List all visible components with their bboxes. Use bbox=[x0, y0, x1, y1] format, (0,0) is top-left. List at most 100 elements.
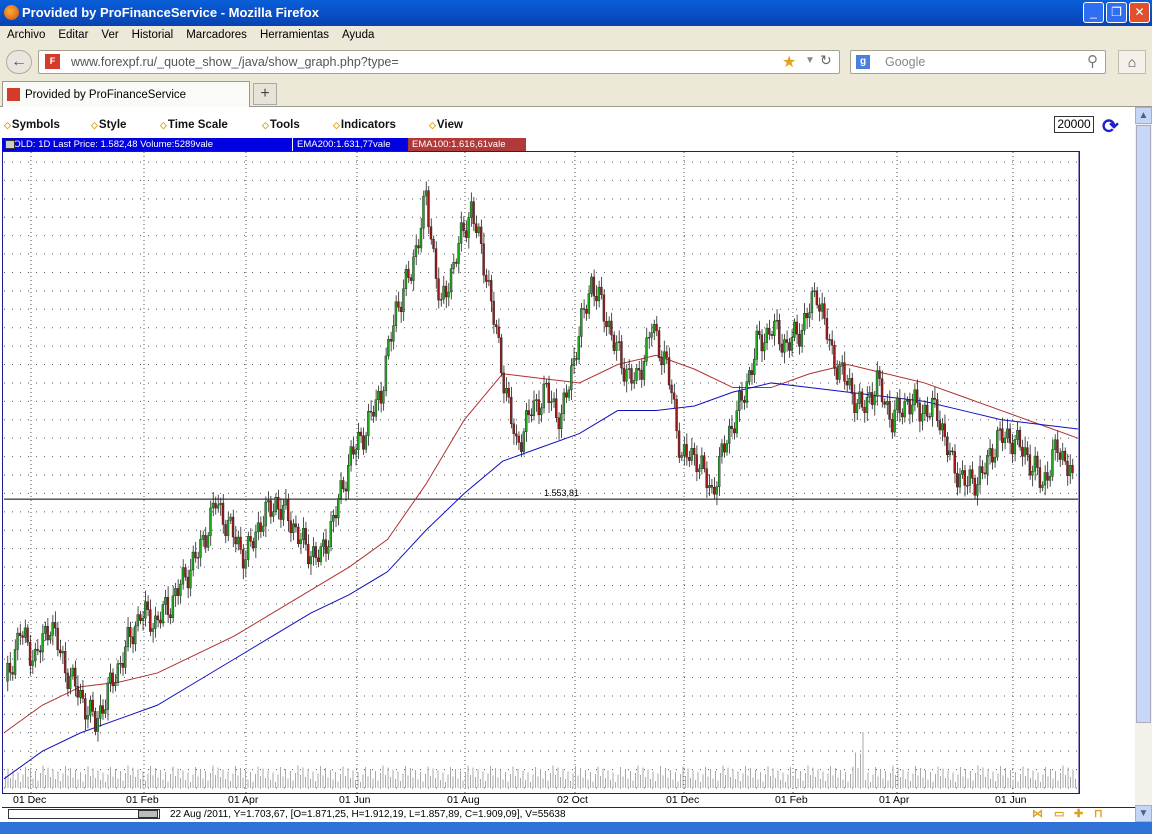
scroll-up-button[interactable]: ▲ bbox=[1135, 107, 1152, 124]
chart-settings-icon[interactable] bbox=[5, 140, 15, 149]
volume-bar bbox=[982, 767, 984, 788]
volume-bar bbox=[742, 773, 744, 788]
volume-bar bbox=[82, 781, 84, 788]
volume-bar bbox=[222, 769, 224, 788]
menu-marcadores[interactable]: Marcadores bbox=[179, 26, 253, 41]
candle-body bbox=[494, 324, 498, 328]
volume-bar bbox=[665, 768, 666, 788]
candle-body bbox=[727, 425, 731, 444]
volume-bar bbox=[267, 770, 269, 788]
candle-body bbox=[487, 280, 490, 282]
candle-body bbox=[567, 389, 571, 398]
bookmark-icon[interactable]: ⊓ bbox=[1094, 807, 1103, 820]
candle-body bbox=[1016, 430, 1019, 440]
candle-body bbox=[199, 539, 202, 558]
volume-bar bbox=[745, 766, 746, 788]
candle-body bbox=[735, 410, 738, 434]
candle-body bbox=[46, 626, 49, 641]
candle-body bbox=[680, 455, 683, 458]
candle-body bbox=[607, 320, 611, 328]
volume-bar bbox=[167, 781, 169, 788]
candle-body bbox=[339, 480, 342, 499]
candle-body bbox=[424, 190, 428, 197]
candle-body bbox=[507, 388, 510, 398]
restore-button[interactable]: ❐ bbox=[1106, 2, 1127, 23]
volume-bar bbox=[667, 777, 669, 788]
minimize-button[interactable]: _ bbox=[1083, 2, 1104, 23]
volume-bar bbox=[642, 767, 644, 788]
window-titlebar: Provided by ProFinanceService - Mozilla … bbox=[0, 0, 1152, 26]
search-icon[interactable]: ⚲ bbox=[1087, 52, 1098, 70]
volume-bar bbox=[840, 770, 841, 788]
zoom-value-input[interactable]: 20000 bbox=[1054, 116, 1094, 133]
dropdown-icon[interactable]: ▼ bbox=[805, 55, 815, 66]
candle-body bbox=[384, 355, 388, 392]
candle-body bbox=[11, 672, 14, 675]
menu-symbols[interactable]: ◇Symbols bbox=[4, 119, 60, 131]
menu-ayuda[interactable]: Ayuda bbox=[335, 26, 380, 41]
menu-indicators[interactable]: ◇Indicators bbox=[333, 119, 396, 131]
menu-ver[interactable]: Ver bbox=[94, 26, 124, 41]
vertical-scrollbar[interactable]: ▲ ▼ bbox=[1135, 107, 1152, 822]
volume-bar bbox=[1035, 780, 1036, 788]
volume-bar bbox=[927, 779, 929, 788]
candle-body bbox=[434, 248, 438, 279]
menu-archivo[interactable]: Archivo bbox=[0, 26, 51, 41]
close-button[interactable]: ✕ bbox=[1129, 2, 1150, 23]
candle-body bbox=[432, 239, 435, 249]
candle-body bbox=[81, 689, 84, 699]
home-button[interactable]: ⌂ bbox=[1118, 50, 1146, 74]
menu-herramientas[interactable]: Herramientas bbox=[253, 26, 335, 41]
price-chart[interactable]: 1.240,001.260,001.280,001.300,001.320,00… bbox=[2, 151, 1143, 795]
volume-bar bbox=[317, 773, 319, 788]
volume-bar bbox=[795, 769, 796, 788]
google-icon[interactable]: g bbox=[856, 55, 870, 69]
volume-bar bbox=[1040, 782, 1041, 788]
volume-bar bbox=[605, 778, 606, 788]
volume-bar bbox=[962, 776, 964, 788]
candle-body bbox=[720, 443, 723, 457]
candle-body bbox=[334, 514, 337, 519]
scroll-down-button[interactable]: ▼ bbox=[1135, 805, 1152, 822]
tab-active[interactable]: Provided by ProFinanceService bbox=[2, 81, 250, 107]
url-input[interactable]: www.forexpf.ru/_quote_show_/java/show_gr… bbox=[38, 50, 840, 74]
menu-historial[interactable]: Historial bbox=[125, 26, 180, 41]
candle-body bbox=[244, 559, 247, 569]
zoom-out-icon[interactable]: ▭ bbox=[1054, 807, 1064, 820]
refresh-icon[interactable]: ⟳ bbox=[1102, 114, 1119, 139]
new-tab-button[interactable]: + bbox=[253, 83, 277, 105]
candle-body bbox=[422, 195, 425, 229]
menu-view[interactable]: ◇View bbox=[429, 119, 463, 131]
time-scrollbar-thumb[interactable] bbox=[138, 810, 158, 818]
volume-bar bbox=[750, 768, 751, 788]
menu-tools[interactable]: ◇Tools bbox=[262, 119, 300, 131]
volume-bar bbox=[967, 778, 969, 788]
fit-icon[interactable]: ⋈ bbox=[1032, 807, 1043, 820]
candle-body bbox=[181, 567, 185, 585]
tab-favicon bbox=[7, 88, 20, 101]
volume-bar bbox=[437, 770, 439, 788]
volume-bar bbox=[392, 769, 394, 788]
scrollbar-thumb[interactable] bbox=[1136, 125, 1151, 723]
candle-body bbox=[279, 509, 282, 520]
volume-bar bbox=[67, 775, 69, 788]
candle-body bbox=[740, 390, 743, 401]
menu-time-scale[interactable]: ◇Time Scale bbox=[160, 119, 228, 131]
volume-bar bbox=[955, 782, 956, 788]
candle-body bbox=[582, 308, 586, 310]
menu-style[interactable]: ◇Style bbox=[91, 119, 126, 131]
volume-bar bbox=[387, 767, 389, 788]
candle-body bbox=[61, 651, 64, 654]
search-input[interactable]: Google bbox=[850, 50, 1106, 74]
volume-bar bbox=[417, 779, 419, 788]
back-button[interactable]: ← bbox=[6, 50, 32, 74]
volume-bar bbox=[272, 772, 274, 788]
volume-bar bbox=[692, 770, 694, 788]
volume-bar bbox=[175, 776, 176, 788]
reload-icon[interactable]: ↻ bbox=[820, 52, 832, 69]
bookmark-star-icon[interactable]: ★ bbox=[782, 52, 796, 72]
zoom-in-icon[interactable]: ✚ bbox=[1074, 807, 1083, 820]
menu-editar[interactable]: Editar bbox=[51, 26, 94, 41]
volume-bar bbox=[327, 777, 329, 788]
candle-body bbox=[951, 450, 954, 453]
